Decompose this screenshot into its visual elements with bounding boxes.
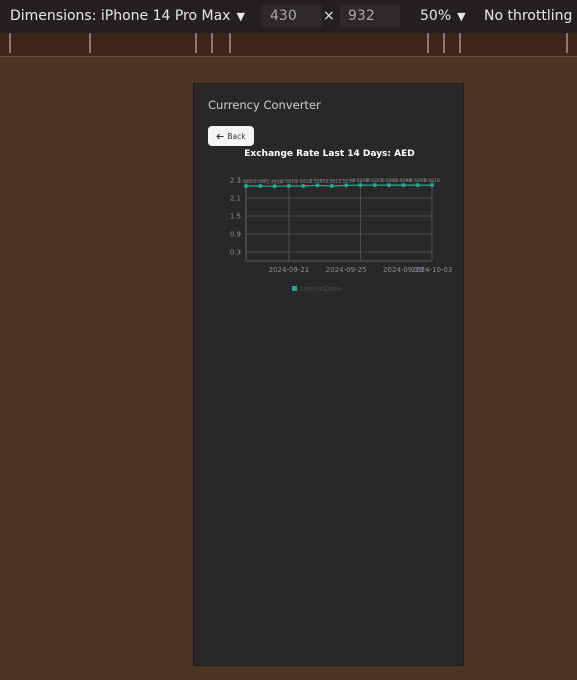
- data-label: 2.5182: [310, 178, 326, 184]
- viewport-height-input[interactable]: 932: [340, 5, 400, 27]
- y-tick-label: 0.9: [230, 231, 241, 239]
- y-tick-label: 1.5: [230, 213, 241, 221]
- device-dimensions-label: Dimensions: iPhone 14 Pro Max: [10, 8, 231, 24]
- x-tick-label: 2024-09-21: [269, 266, 310, 274]
- zoom-label: 50%: [420, 8, 452, 24]
- data-label: 2.5318: [424, 178, 440, 184]
- zoom-dropdown[interactable]: 50% ▼: [420, 8, 466, 24]
- devtools-toolbar: Dimensions: iPhone 14 Pro Max ▼ 430 × 93…: [0, 0, 577, 33]
- arrow-left-icon: [216, 133, 224, 139]
- ruler-tick: [427, 33, 429, 53]
- data-label: 2.5005: [238, 179, 254, 185]
- device-viewport: Currency Converter Back Exchange Rate La…: [193, 83, 464, 666]
- chevron-down-icon: ▼: [236, 9, 245, 23]
- x-tick-label: 2024-09-25: [326, 266, 367, 274]
- ruler-tick: [9, 33, 11, 53]
- ruler-tick: [89, 33, 91, 53]
- ruler-tick: [443, 33, 445, 53]
- app-title: Currency Converter: [208, 98, 321, 112]
- back-button[interactable]: Back: [208, 126, 254, 146]
- y-tick-label: 2.1: [230, 195, 241, 203]
- device-dimensions-dropdown[interactable]: Dimensions: iPhone 14 Pro Max ▼: [10, 8, 245, 24]
- legend-label: rateOnDate: [300, 285, 341, 293]
- data-label: 2.498: [254, 179, 267, 185]
- ruler-tick: [459, 33, 461, 53]
- ruler-tick: [566, 33, 568, 53]
- times-icon: ×: [323, 8, 335, 24]
- x-tick-label: 2024-10-03: [412, 266, 453, 274]
- back-button-label: Back: [227, 131, 246, 141]
- legend-swatch: [292, 286, 297, 291]
- exchange-rate-chart: 0.30.91.52.12.72024-09-21 2024-09-25 2024-…: [230, 177, 453, 294]
- chart-title: Exchange Rate Last 14 Days: AED: [244, 149, 415, 159]
- y-tick-label: 0.3: [230, 249, 241, 257]
- data-label: 2.501: [325, 179, 338, 185]
- viewport-width-input[interactable]: 430: [262, 5, 322, 27]
- ruler-tick: [195, 33, 197, 53]
- throttling-dropdown[interactable]: No throttling: [484, 8, 572, 24]
- chevron-down-icon: ▼: [457, 9, 466, 23]
- ruler-tick: [211, 33, 213, 53]
- media-query-ruler[interactable]: [0, 33, 577, 57]
- ruler-tick: [229, 33, 231, 53]
